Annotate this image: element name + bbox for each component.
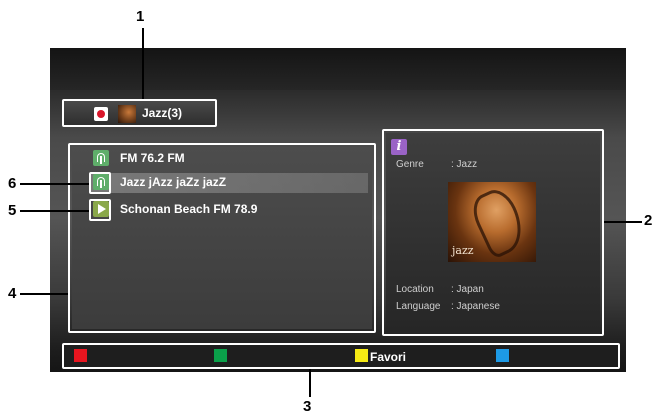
callout-line-5 [20,210,89,212]
callout-line-3 [309,369,311,397]
album-art: jazz [448,182,536,262]
callout-frame-5 [89,199,111,221]
genre-label: Genre [396,159,424,170]
callout-number-1: 1 [136,8,145,25]
callout-line-2 [604,221,642,223]
callout-frame-3 [62,343,620,369]
callout-number-2: 2 [644,212,653,229]
location-value: : Japan [451,284,484,295]
info-icon: i [391,139,407,155]
genre-value: : Jazz [451,159,478,170]
callout-line-6 [20,183,89,185]
album-caption: jazz [452,244,474,257]
station-label: Schonan Beach FM 78.9 [120,202,258,216]
station-label: Jazz jAzz jaZz jazZ [120,175,227,189]
callout-line-1 [142,28,144,99]
green-key-button[interactable] [214,349,227,362]
station-label: FM 76.2 FM [120,151,185,165]
favori-label: Favori [370,350,407,364]
location-label: Location [396,284,434,295]
yellow-key-button[interactable] [355,349,368,362]
callout-number-3: 3 [303,398,312,415]
callout-line-4 [20,293,68,295]
list-item-station[interactable]: FM 76.2 FM [90,149,360,169]
red-key-button[interactable] [74,349,87,362]
callout-frame-1 [62,99,217,127]
callout-number-4: 4 [8,285,17,302]
callout-number-6: 6 [8,175,17,192]
blue-key-button[interactable] [496,349,509,362]
language-value: : Japanese [451,301,500,312]
callout-number-5: 5 [8,202,17,219]
language-label: Language [396,301,441,312]
list-item-station-selected[interactable]: Jazz jAzz jaZz jazZ [90,173,368,193]
top-band [50,48,626,90]
category-title: Jazz(3) [142,106,183,120]
saxophone-thumbnail-icon [118,105,136,123]
list-item-station[interactable]: Schonan Beach FM 78.9 [90,200,360,220]
saxophone-icon [466,184,532,260]
radio-icon [93,150,109,166]
record-icon [94,107,108,121]
callout-frame-6 [89,172,111,194]
callout-frame-4 [68,143,376,333]
